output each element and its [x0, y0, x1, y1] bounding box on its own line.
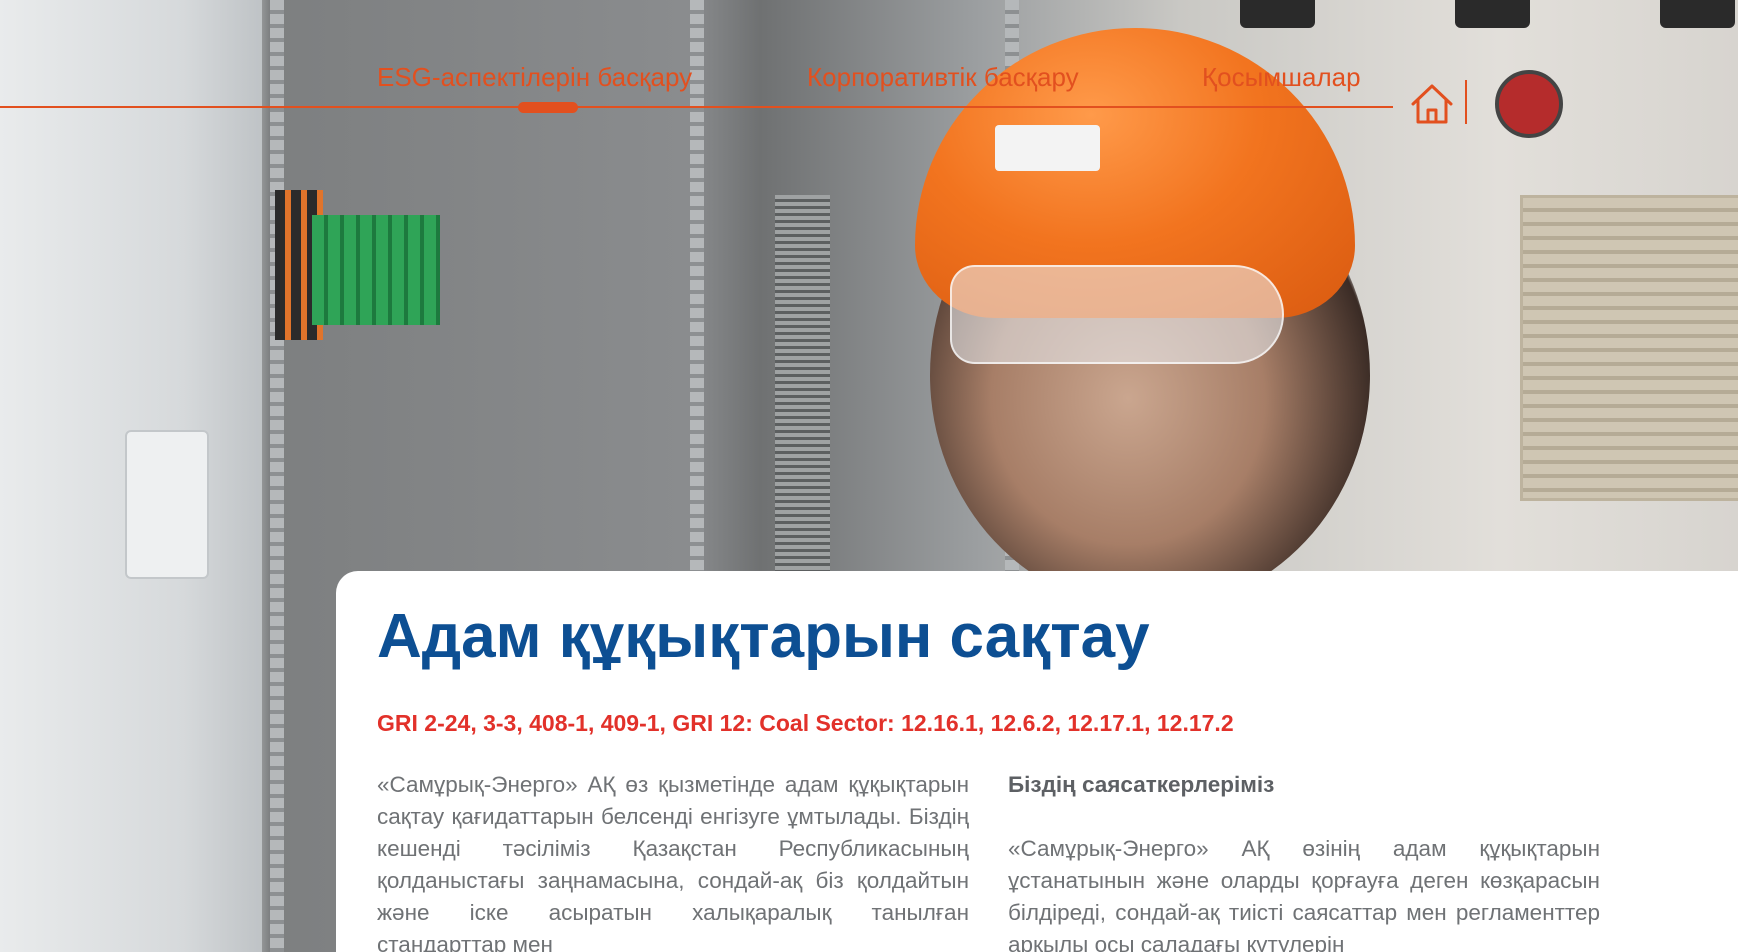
safety-glasses [950, 265, 1284, 364]
terminal-block [312, 215, 440, 325]
home-icon[interactable] [1408, 80, 1456, 128]
rack-rail [270, 0, 284, 952]
intro-paragraph: «Самұрық-Энерго» АҚ өз қызметінде адам қ… [377, 772, 969, 952]
policies-paragraph: «Самұрық-Энерго» АҚ өзінің адам құқықтар… [1008, 836, 1600, 952]
article-left-column: «Самұрық-Энерго» АҚ өз қызметінде адам қ… [377, 769, 969, 952]
article-right-column: Біздің саясаткерлеріміз «Самұрық-Энерго»… [1008, 769, 1600, 952]
nav-item-corporate-governance[interactable]: Корпоративтік басқару [807, 62, 1079, 93]
control-panel [1520, 195, 1738, 501]
nav-item-esg[interactable]: ESG-аспектілерін басқару [377, 62, 692, 93]
nav-active-indicator [518, 102, 578, 113]
nav-underline [0, 106, 1393, 108]
top-navigation: ESG-аспектілерін басқару Корпоративтік б… [0, 0, 1738, 130]
article-card: Адам құқықтарын сақтау GRI 2-24, 3-3, 40… [336, 571, 1738, 952]
helmet-logo [995, 125, 1100, 171]
cable-bundle [775, 195, 830, 575]
section-heading-policies: Біздің саясаткерлеріміз [1008, 772, 1275, 797]
gri-references: GRI 2-24, 3-3, 408-1, 409-1, GRI 12: Coa… [377, 710, 1234, 736]
page-title: Адам құқықтарын сақтау [377, 602, 1150, 671]
door-hinge [125, 430, 209, 579]
nav-item-appendices[interactable]: Қосымшалар [1202, 62, 1361, 93]
nav-divider [1465, 80, 1467, 124]
